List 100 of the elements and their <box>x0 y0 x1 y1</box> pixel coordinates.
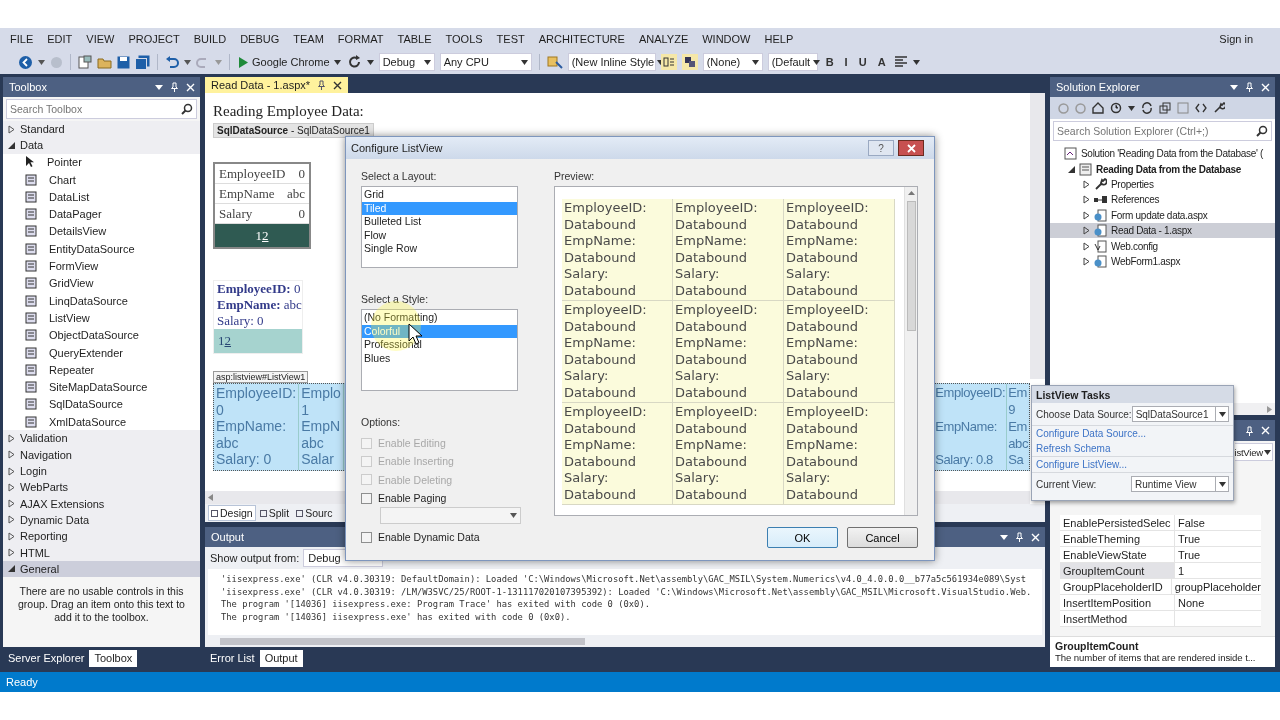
property-row[interactable]: GroupItemCount 1 <box>1060 563 1261 579</box>
search-field[interactable]: Search Toolbox <box>6 99 197 119</box>
toolbox-item[interactable]: Repeater <box>3 361 200 379</box>
help-button[interactable]: ? <box>868 140 894 156</box>
style-application-icon[interactable] <box>546 55 563 69</box>
menu-item[interactable]: WINDOW <box>695 33 758 45</box>
code-icon[interactable] <box>1195 103 1207 113</box>
page-link[interactable]: 2 <box>224 333 231 349</box>
tree-item[interactable]: Properties <box>1050 176 1275 193</box>
close-icon[interactable] <box>333 80 343 90</box>
open-folder-icon[interactable] <box>97 55 112 69</box>
list-item[interactable]: Single Row <box>362 242 517 256</box>
menu-item[interactable]: TABLE <box>390 33 439 45</box>
task-link[interactable]: Configure Data Source... <box>1032 426 1151 441</box>
task-link[interactable]: Configure ListView... <box>1032 457 1131 472</box>
data-source-dropdown[interactable]: SqlDataSource1 <box>1131 406 1229 422</box>
expand-arrow-icon[interactable] <box>8 124 15 134</box>
toolbox-item[interactable]: XmlDataSource <box>3 413 200 431</box>
menu-item[interactable]: FILE <box>3 33 41 45</box>
tree-item[interactable]: WebForm1.aspx <box>1050 253 1275 270</box>
toolbox-item[interactable]: DataList <box>3 188 200 206</box>
history-icon[interactable] <box>1110 102 1122 114</box>
menu-item[interactable]: TEST <box>489 33 532 45</box>
menu-item[interactable]: EDIT <box>40 33 80 45</box>
menu-item[interactable]: PROJECT <box>121 33 187 45</box>
format-button[interactable]: U <box>855 56 870 68</box>
menu-item[interactable]: ANALYZE <box>631 33 696 45</box>
menu-item[interactable]: HELP <box>757 33 801 45</box>
expand-arrow-icon[interactable] <box>8 499 15 509</box>
menu-item[interactable]: FORMAT <box>330 33 391 45</box>
toolbox-item[interactable]: ListView <box>3 309 200 327</box>
expand-arrow-icon[interactable] <box>1083 210 1090 220</box>
toolbox-item[interactable]: EntityDataSource <box>3 240 200 258</box>
search-field[interactable]: Search Solution Explorer (Ctrl+;) <box>1053 121 1272 141</box>
dropdown-icon[interactable] <box>1230 84 1238 90</box>
list-item[interactable]: Bulleted List <box>362 215 517 229</box>
panel-tab[interactable]: Server Explorer <box>3 650 90 667</box>
format-button[interactable]: B <box>822 56 837 68</box>
save-icon[interactable] <box>117 55 130 69</box>
panel-tab[interactable]: Toolbox <box>89 650 138 667</box>
home-icon[interactable] <box>1092 102 1104 114</box>
property-row[interactable]: GroupPlaceholderID groupPlaceholder <box>1060 579 1261 595</box>
collapse-arrow-icon[interactable] <box>8 565 15 573</box>
toolbox-group[interactable]: Validation <box>3 430 200 447</box>
expand-arrow-icon[interactable] <box>8 450 15 460</box>
collapse-arrow-icon[interactable] <box>8 141 15 149</box>
toolbox-group[interactable]: Standard <box>3 121 200 138</box>
vertical-scrollbar[interactable] <box>904 187 917 515</box>
list-item[interactable]: Professional <box>362 338 517 352</box>
wrench-icon[interactable] <box>1213 102 1225 114</box>
back-icon[interactable] <box>18 54 33 70</box>
menu-item[interactable]: TOOLS <box>438 33 490 45</box>
list-item[interactable]: (No Formatting) <box>362 311 517 325</box>
expand-arrow-icon[interactable] <box>8 482 15 492</box>
tree-item[interactable]: Web.config <box>1050 238 1275 254</box>
toolbox-group[interactable]: Reporting <box>3 528 200 545</box>
expand-arrow-icon[interactable] <box>1083 226 1090 236</box>
menu-item[interactable]: BUILD <box>186 33 234 45</box>
sync-icon[interactable] <box>1141 102 1153 114</box>
menu-item[interactable]: ARCHITECTURE <box>531 33 632 45</box>
expand-arrow-icon[interactable] <box>1083 179 1090 189</box>
tree-item[interactable]: Read Data - 1.aspx <box>1050 222 1275 239</box>
menu-item[interactable]: TEAM <box>286 33 331 45</box>
page-link[interactable]: 2 <box>262 227 269 244</box>
tree-item[interactable]: References <box>1050 192 1275 208</box>
format-button[interactable]: I <box>841 56 851 68</box>
auto-style-icon[interactable] <box>681 54 698 70</box>
list-item[interactable]: Flow <box>362 228 517 243</box>
panel-tab[interactable]: Output <box>259 650 303 667</box>
toolbox-item[interactable]: DataPager <box>3 205 200 223</box>
property-row[interactable]: EnablePersistedSelec False <box>1060 515 1261 531</box>
vertical-scrollbar[interactable] <box>1030 93 1045 379</box>
dropdown-icon[interactable] <box>1000 534 1008 540</box>
dropdown-icon[interactable] <box>155 84 163 90</box>
paragraph-icon[interactable] <box>893 56 908 68</box>
property-row[interactable]: InsertItemPosition None <box>1060 595 1261 611</box>
toolbox-group[interactable]: Data <box>3 137 200 154</box>
expand-arrow-icon[interactable] <box>8 548 15 558</box>
expand-arrow-icon[interactable] <box>1083 195 1090 205</box>
view-tab[interactable]: Sourc <box>293 505 336 521</box>
view-tab[interactable]: Design <box>208 505 256 521</box>
toolbox-item[interactable]: SiteMapDataSource <box>3 378 200 396</box>
tree-item[interactable]: Reading Data from the Database <box>1050 161 1275 177</box>
expand-arrow-icon[interactable] <box>8 515 15 525</box>
tree-item[interactable]: Form update data.aspx <box>1050 207 1275 223</box>
font-name-dropdown[interactable]: (Default <box>767 53 818 71</box>
platform-dropdown[interactable]: Any CPU <box>439 53 532 71</box>
expand-arrow-icon[interactable] <box>1083 256 1090 266</box>
save-all-icon[interactable] <box>135 54 150 70</box>
document-tab[interactable]: Read Data - 1.aspx* <box>205 77 349 93</box>
list-item[interactable]: Grid <box>362 188 517 202</box>
collapse-all-icon[interactable] <box>1159 102 1171 114</box>
close-button[interactable] <box>898 140 924 156</box>
expand-arrow-icon[interactable] <box>8 466 15 476</box>
cancel-button[interactable]: Cancel <box>847 527 918 548</box>
pin-icon[interactable] <box>317 80 327 90</box>
list-item[interactable]: Blues <box>362 351 517 366</box>
checkbox[interactable] <box>361 531 372 543</box>
new-project-icon[interactable] <box>78 55 92 69</box>
configuration-dropdown[interactable]: Debug <box>378 53 435 71</box>
